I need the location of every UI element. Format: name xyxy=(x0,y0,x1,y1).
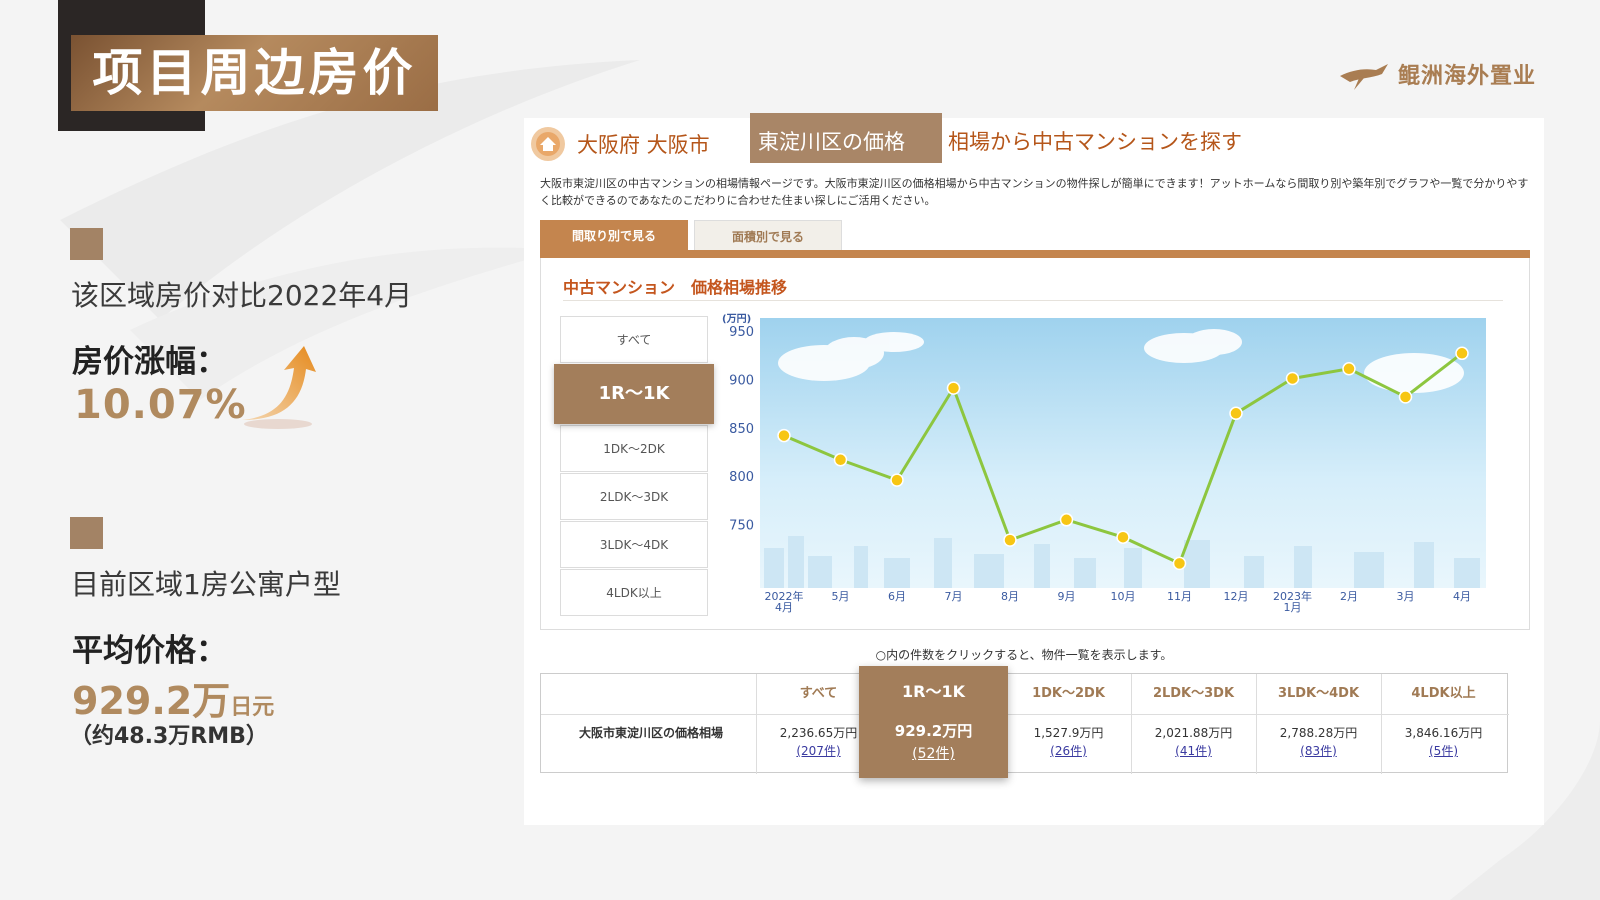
table-header-1r-1k: 1R〜1K xyxy=(902,682,965,701)
table-cell-value: 929.2万円 xyxy=(894,722,973,740)
type-option-3ldk-4dk[interactable]: 3LDK〜4DK xyxy=(560,521,708,568)
type-option-2ldk-3dk[interactable]: 2LDK〜3DK xyxy=(560,473,708,520)
brand-logo: 鲲洲海外置业 xyxy=(1338,56,1536,92)
table-cell-count-link[interactable]: (41件) xyxy=(1175,744,1212,758)
type-option-1r-1k[interactable]: 1R〜1K xyxy=(554,364,714,424)
price-point xyxy=(1116,530,1130,544)
table-cell-count-link[interactable]: (207件) xyxy=(796,744,840,758)
table-cell-value: 1,527.9万円 xyxy=(1033,726,1104,740)
y-tick-label: 850 xyxy=(729,422,754,437)
x-tick-label: 12月 xyxy=(1224,590,1249,603)
price-point xyxy=(946,381,961,395)
type-selector: すべて 1R〜1K 1DK〜2DK 2LDK〜3DK 3LDK〜4DK 4LDK… xyxy=(554,316,714,617)
price-point xyxy=(1059,513,1074,527)
screenshot-title: 大阪府 大阪市 xyxy=(529,124,710,164)
item1-heading: 房价涨幅： xyxy=(72,344,227,380)
y-tick-label: 750 xyxy=(729,519,754,534)
tab-by-area[interactable]: 面積別で見る xyxy=(694,220,842,252)
table-cell-value: 2,788.28万円 xyxy=(1279,726,1358,740)
x-tick-label: 10月 xyxy=(1111,590,1136,603)
table-row-label: 大阪市東淀川区の価格相場 xyxy=(578,726,723,740)
panel-title: 中古マンション 価格相場推移 xyxy=(563,278,788,297)
table-header-4ldk-plus: 4LDK以上 xyxy=(1411,686,1476,701)
price-point xyxy=(1398,390,1413,404)
table-cell-count-link[interactable]: (83件) xyxy=(1300,744,1337,758)
price-table: 大阪市東淀川区の価格相場 すべて 2,236.65万円 (207件) 1DK〜2… xyxy=(540,673,1509,774)
price-point xyxy=(833,453,848,467)
x-tick-label: 11月 xyxy=(1167,590,1192,603)
screenshot-title-suffix: 相場から中古マンションを探す xyxy=(948,130,1242,154)
screenshot-title-highlight: 東淀川区の価格 xyxy=(758,130,905,154)
bird-logo-icon xyxy=(1340,64,1388,90)
price-point xyxy=(1285,371,1300,386)
tab-underline xyxy=(540,250,1530,258)
table-cell-count-link[interactable]: (52件) xyxy=(859,743,1008,763)
y-axis-unit: (万円) xyxy=(722,313,751,325)
tab-by-layout[interactable]: 間取り別で見る xyxy=(540,220,688,252)
type-option-4ldk-plus[interactable]: 4LDK以上 xyxy=(560,569,708,616)
item2-heading: 平均价格： xyxy=(72,633,227,669)
x-tick-label: 6月 xyxy=(888,590,906,603)
table-header-2ldk-3dk: 2LDK〜3DK xyxy=(1152,686,1235,701)
x-tick-label: 9月 xyxy=(1058,590,1076,603)
item2-label: 目前区域1房公寓户型 xyxy=(71,568,341,601)
rise-arrow-icon xyxy=(242,346,316,429)
table-header-3ldk-4dk: 3LDK〜4DK xyxy=(1277,686,1360,701)
item2-note: （约48.3万RMB） xyxy=(70,724,268,749)
bullet-square xyxy=(70,517,103,549)
table-note: ○内の件数をクリックすると、物件一覧を表示します。 xyxy=(875,648,1173,662)
table-cell-value: 3,846.16万円 xyxy=(1404,726,1483,740)
table-cell-value: 2,021.88万円 xyxy=(1154,726,1233,740)
y-axis-ticks: 950 900 850 800 750 xyxy=(729,325,754,534)
bullet-square xyxy=(70,228,103,260)
item2-value: 929.2万日元 xyxy=(72,670,274,725)
table-header-1dk-2dk: 1DK〜2DK xyxy=(1032,686,1105,701)
table-selected-column-1r-1k[interactable]: 1R〜1K 929.2万円 (52件) xyxy=(859,666,1008,778)
y-tick-label: 950 xyxy=(729,325,754,340)
x-tick-label: 2023年 1月 xyxy=(1273,589,1312,613)
type-option-1dk-2dk[interactable]: 1DK〜2DK xyxy=(560,425,708,472)
table-header-rule xyxy=(541,714,1509,715)
price-trend-chart: 950 900 850 800 750 2022年 4月 5月 6月 7月 8月 9月 10月 11月 1… xyxy=(722,313,1486,613)
house-badge-icon xyxy=(531,127,565,161)
x-tick-label: 2月 xyxy=(1340,590,1358,603)
type-option-all[interactable]: すべて xyxy=(560,316,708,363)
y-tick-label: 800 xyxy=(729,470,754,485)
price-point xyxy=(777,428,791,443)
x-tick-label: 4月 xyxy=(1453,590,1471,603)
x-axis-ticks: 2022年 4月 5月 6月 7月 8月 9月 10月 11月 12月 2023年 1月 2月 3月 4月 xyxy=(765,589,1472,613)
price-point xyxy=(1229,406,1243,421)
x-tick-label: 8月 xyxy=(1001,590,1019,603)
table-cell-count-link[interactable]: (5件) xyxy=(1429,744,1458,758)
item1-value: 10.07% xyxy=(74,382,247,428)
table-cell-2ldk-3dk: 2,021.88万円 (41件) xyxy=(1131,724,1256,760)
price-point xyxy=(1003,533,1017,547)
y-tick-label: 900 xyxy=(729,373,754,388)
table-cell-count-link[interactable]: (26件) xyxy=(1050,744,1087,758)
screenshot-title-prefix: 大阪府 大阪市 xyxy=(577,133,710,157)
table-cell-4ldk-plus: 3,846.16万円 (5件) xyxy=(1381,724,1506,760)
x-tick-label: 2022年 4月 xyxy=(765,589,804,613)
table-cell-3ldk-4dk: 2,788.28万円 (83件) xyxy=(1256,724,1381,760)
x-tick-label: 3月 xyxy=(1397,590,1415,603)
price-point xyxy=(890,473,904,487)
screenshot-description: 大阪市東淀川区の中古マンションの相場情報ページです。大阪市東淀川区の価格相場から… xyxy=(540,177,1529,207)
website-screenshot: 大阪府 大阪市 東淀川区の価格 相場から中古マンションを探す 大阪市東淀川区の中… xyxy=(524,113,1544,825)
panel-divider xyxy=(563,300,1503,301)
price-point xyxy=(1455,346,1469,361)
table-cell-1dk-2dk: 1,527.9万円 (26件) xyxy=(1006,724,1131,760)
x-tick-label: 7月 xyxy=(945,590,963,603)
logo-text: 鲲洲海外置业 xyxy=(1398,64,1537,89)
item2-value-unit: 日元 xyxy=(230,695,275,720)
price-point xyxy=(1172,556,1187,571)
price-point xyxy=(1342,362,1356,376)
item1-label: 该区域房价对比2022年4月 xyxy=(71,279,413,312)
x-tick-label: 5月 xyxy=(832,590,850,603)
item2-value-number: 929.2万 xyxy=(72,679,231,723)
page-title: 项目周边房价 xyxy=(71,35,438,111)
